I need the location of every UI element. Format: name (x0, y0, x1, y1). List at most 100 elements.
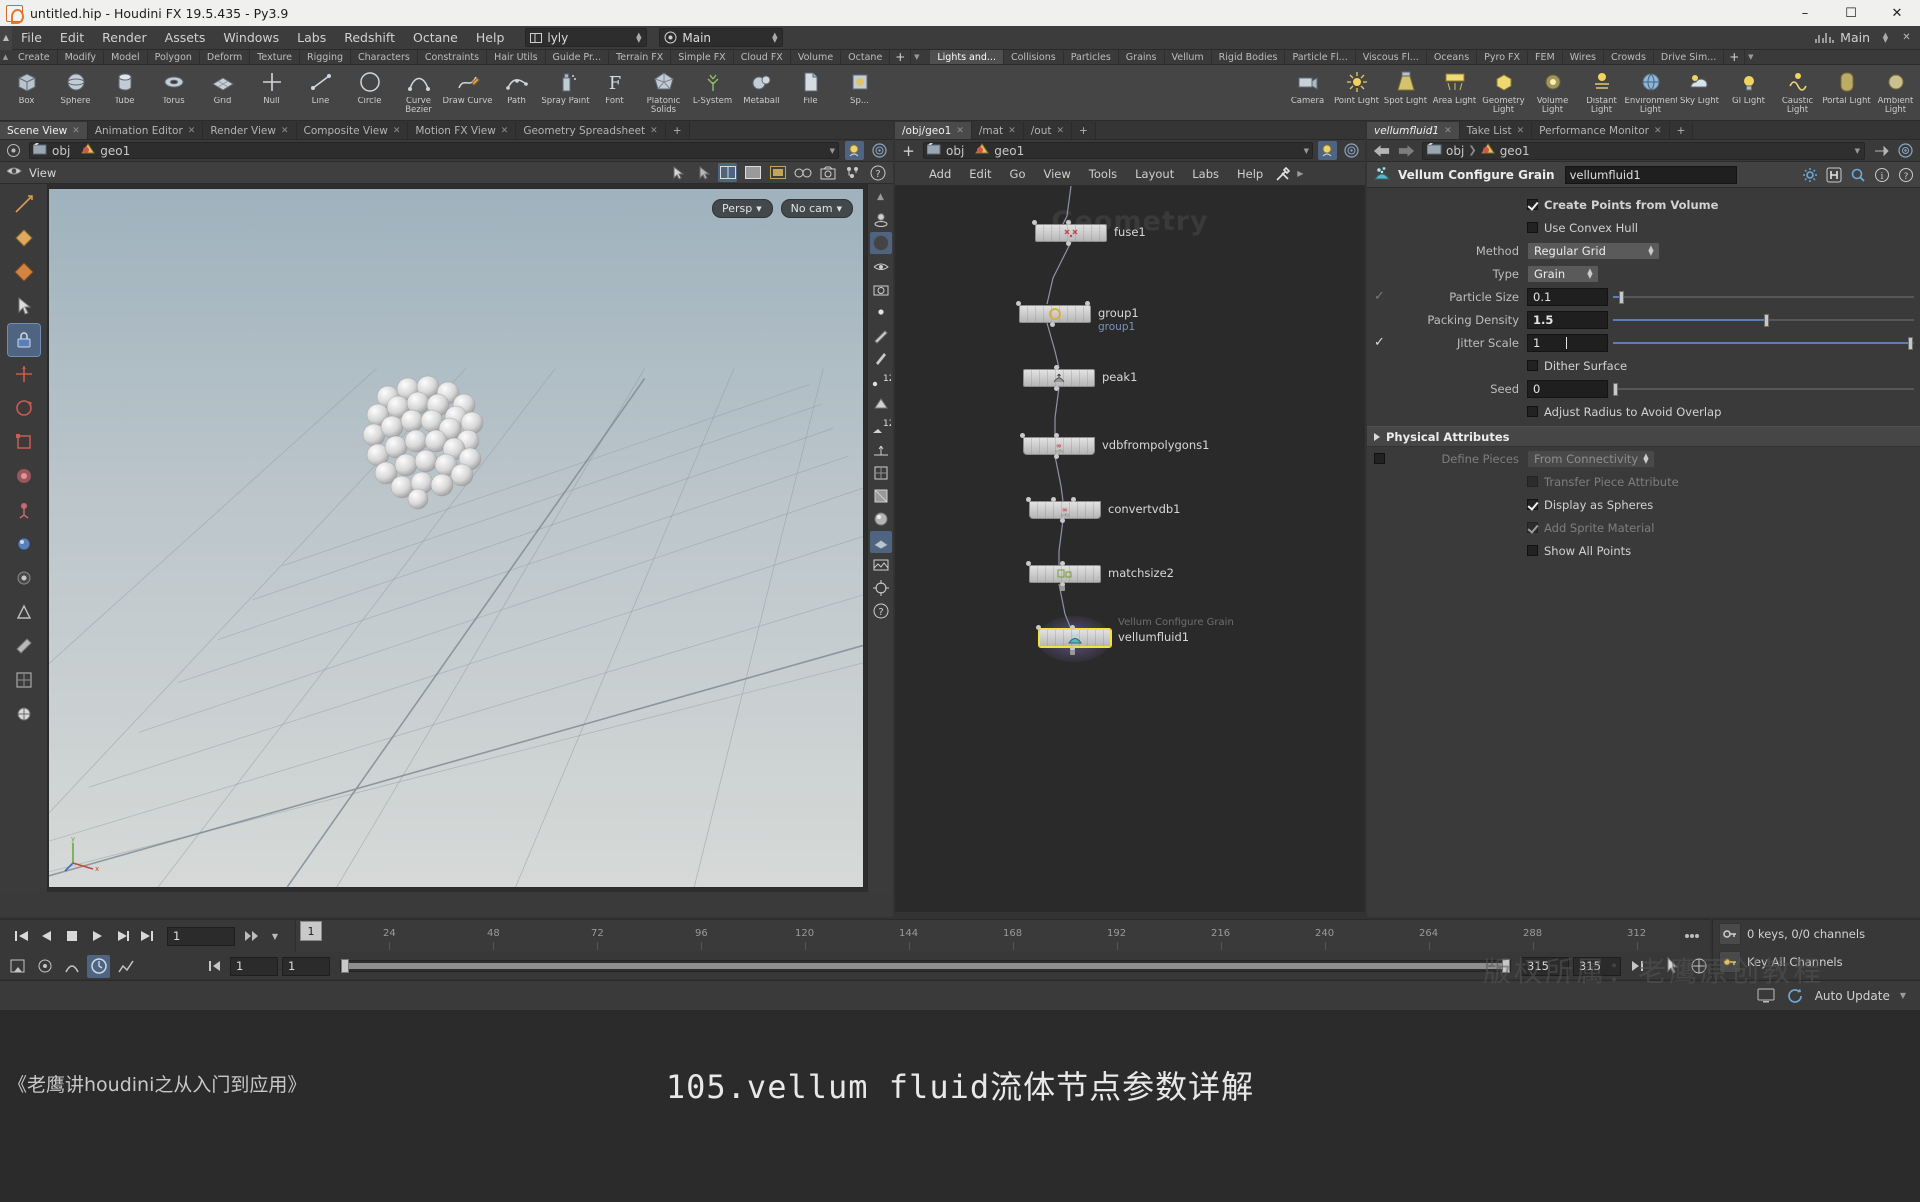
network-node-matchsize2[interactable]: matchsize2 (1029, 565, 1101, 583)
viewport-selector[interactable]: Main ▲▼ (659, 28, 783, 47)
tool-caustic-light[interactable]: Caustic Light (1773, 66, 1822, 120)
tool-ambient-light[interactable]: Ambient Light (1871, 66, 1920, 120)
scene-view-target-icon[interactable] (870, 141, 889, 160)
playhead[interactable]: 1 (300, 921, 322, 941)
select-secondary-icon[interactable] (693, 163, 712, 182)
network-menu-labs[interactable]: Labs (1184, 162, 1227, 186)
axis-origin-icon[interactable] (8, 698, 40, 730)
tool-environment-light[interactable]: Environment Light (1626, 66, 1675, 120)
network-lock-toggle[interactable] (1318, 141, 1337, 160)
step-back-icon[interactable] (35, 924, 59, 948)
seed-field[interactable]: 0 (1527, 380, 1608, 398)
view-tool-icon[interactable] (8, 222, 40, 254)
chevron-down-icon[interactable]: ▼ (830, 147, 835, 155)
network-menu-view[interactable]: View (1036, 162, 1079, 186)
close-icon[interactable]: ✕ (956, 126, 964, 136)
shelf-tab-crowds[interactable]: Crowds (1604, 50, 1654, 64)
tool-camera[interactable]: Camera (1283, 66, 1332, 120)
shelf-scroll-left-icon[interactable]: ▲ (0, 50, 11, 64)
define-pieces-dropdown[interactable]: From Connectivity ▲▼ (1527, 450, 1655, 468)
shelf-tab-terrain-fx[interactable]: Terrain FX (609, 50, 671, 64)
tab-obj-geo1[interactable]: /obj/geo1 ✕ (895, 122, 972, 139)
pose-tool-icon[interactable] (8, 494, 40, 526)
close-icon[interactable]: ✕ (1444, 126, 1452, 136)
close-icon[interactable]: ✕ (393, 126, 401, 136)
close-icon[interactable]: ✕ (1874, 0, 1920, 26)
menu-redshift[interactable]: Redshift (335, 26, 404, 50)
network-target-icon[interactable] (1342, 141, 1361, 160)
snapshot-icon[interactable] (870, 278, 892, 300)
network-node-vellumfluid1[interactable]: Vellum Configure Grain vellumfluid1 (1039, 629, 1111, 647)
show-all-points-checkbox[interactable] (1527, 545, 1538, 556)
shelf-tab-simple-fx[interactable]: Simple FX (671, 50, 733, 64)
menu-edit[interactable]: Edit (51, 26, 93, 50)
camera-dropdown[interactable]: No cam ▼ (781, 199, 853, 218)
network-menu-layout[interactable]: Layout (1127, 162, 1182, 186)
create-points-from-volume-checkbox[interactable] (1527, 199, 1538, 210)
close-icon[interactable]: ✕ (1517, 126, 1525, 136)
uv-edit-icon[interactable] (8, 664, 40, 696)
shelf-tab-vellum[interactable]: Vellum (1165, 50, 1212, 64)
tab-scene-view[interactable]: Scene View ✕ (0, 122, 88, 139)
menu-help[interactable]: Help (467, 26, 514, 50)
help-circle-icon[interactable]: ? (870, 600, 892, 622)
section-physical-attributes[interactable]: Physical Attributes (1367, 426, 1920, 447)
packing-density-field[interactable]: 1.5 (1527, 311, 1608, 329)
help-circle-icon[interactable]: ? (868, 163, 887, 182)
menu-assets[interactable]: Assets (156, 26, 215, 50)
shelf-tab-rigid-bodies[interactable]: Rigid Bodies (1212, 50, 1286, 64)
stop-icon[interactable] (60, 924, 84, 948)
parameter-breadcrumb[interactable]: obj ❯ geo1 ▼ (1422, 142, 1865, 160)
network-node-peak1[interactable]: peak1 (1023, 369, 1095, 387)
menu-windows[interactable]: Windows (214, 26, 288, 50)
point-display-icon[interactable] (870, 301, 892, 323)
close-icon[interactable]: ✕ (650, 126, 658, 136)
range-start-knob[interactable] (341, 959, 349, 973)
clock-icon[interactable] (87, 955, 110, 978)
shelf-tab-drive-sim[interactable]: Drive Sim... (1654, 50, 1724, 64)
particle-size-slider[interactable] (1613, 288, 1914, 306)
background-image-icon[interactable] (870, 554, 892, 576)
use-convex-hull-checkbox[interactable] (1527, 222, 1538, 233)
network-add-node-icon[interactable]: + (899, 141, 918, 160)
back-arrow-icon[interactable] (1372, 141, 1391, 160)
add-sprite-material-checkbox[interactable] (1527, 522, 1538, 533)
viewport-settings-icon[interactable] (843, 163, 862, 182)
scroll-up-icon[interactable]: ▲ (870, 186, 892, 208)
scene-view-lock-toggle[interactable] (845, 141, 864, 160)
tab-take-list[interactable]: Take List ✕ (1460, 122, 1533, 139)
tool-file[interactable]: File (786, 66, 835, 120)
close-icon[interactable]: ✕ (1056, 126, 1064, 136)
tab-animation-editor[interactable]: Animation Editor ✕ (88, 122, 204, 139)
uv-display-icon[interactable] (870, 462, 892, 484)
tool-distant-light[interactable]: Distant Light (1577, 66, 1626, 120)
tab-composite-view[interactable]: Composite View ✕ (297, 122, 409, 139)
viewport-3d-canvas[interactable]: Persp ▼ No cam ▼ y x (48, 188, 864, 888)
shelf-tab-cloud-fx[interactable]: Cloud FX (734, 50, 791, 64)
shelf-add-tab-button-right[interactable]: + (1724, 50, 1745, 64)
range-global-start-field[interactable]: 1 (282, 957, 330, 976)
close-icon[interactable]: ✕ (1654, 126, 1662, 136)
select-arrow-icon[interactable] (8, 290, 40, 322)
tool-metaball[interactable]: Metaball (737, 66, 786, 120)
network-node-convertvdb1[interactable]: ∞vdb convertvdb1 (1029, 501, 1101, 519)
tool-point-light[interactable]: Point Light (1332, 66, 1381, 120)
shelf-tab-pyro-fx[interactable]: Pyro FX (1477, 50, 1528, 64)
menu-labs[interactable]: Labs (288, 26, 335, 50)
network-node-group1[interactable]: group1 group1 (1019, 305, 1091, 323)
tool-portal-light[interactable]: Portal Light (1822, 66, 1871, 120)
auto-update-label[interactable]: Auto Update (1815, 989, 1890, 1003)
seed-slider[interactable] (1613, 380, 1914, 398)
method-dropdown[interactable]: Regular Grid ▲▼ (1527, 242, 1660, 260)
shelf-tab-hair-utils[interactable]: Hair Utils (487, 50, 545, 64)
rotate-tool-icon[interactable] (8, 392, 40, 424)
search-icon[interactable] (1848, 165, 1867, 184)
key-icon[interactable] (1719, 923, 1741, 945)
tool-platonic-solids[interactable]: Platonic Solids (639, 66, 688, 120)
tool-sky-light[interactable]: Sky Light (1675, 66, 1724, 120)
chevron-down-icon[interactable]: ▼ (1900, 991, 1906, 1000)
handle-icon[interactable] (8, 188, 40, 220)
type-dropdown[interactable]: Grain ▲▼ (1527, 265, 1599, 283)
close-icon[interactable]: ✕ (1008, 126, 1016, 136)
display-as-spheres-checkbox[interactable] (1527, 499, 1538, 510)
